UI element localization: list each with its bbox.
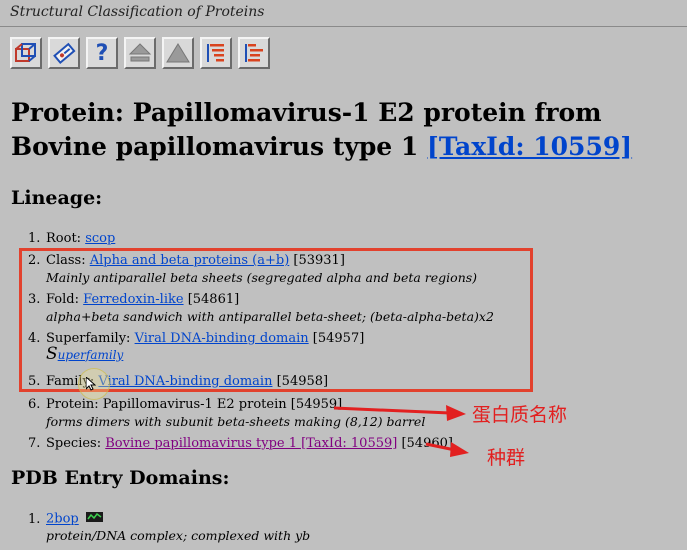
pdb-entry-link[interactable]: 2bop — [46, 512, 79, 527]
item-label: Protein: Papillomavirus-1 E2 protein — [46, 397, 287, 412]
item-number: 5. — [28, 374, 41, 389]
up-arrow-icon — [128, 42, 152, 64]
root-link[interactable]: scop — [85, 231, 115, 246]
help-icon: ? — [95, 40, 109, 66]
lineage-item-species: 7. Species: Bovine papillomavirus type 1 … — [28, 435, 453, 453]
lineage-item-family: 5. Family: Viral DNA-binding domain [5495… — [28, 373, 328, 391]
window-title: Structural Classification of Proteins — [10, 4, 265, 20]
pdb-heading: PDB Entry Domains: — [11, 467, 230, 489]
page-title: Protein: Papillomavirus-1 E2 protein fro… — [11, 96, 671, 164]
item-label: Root: — [46, 231, 86, 246]
item-label: Fold: — [46, 292, 84, 307]
item-id: [54957] — [308, 331, 365, 346]
top-arrow-icon — [166, 42, 190, 64]
lineage-item-class: 2. Class: Alpha and beta proteins (a+b) [… — [28, 252, 345, 270]
class-description: Mainly antiparallel beta sheets (segrega… — [46, 270, 478, 285]
fold-link[interactable]: Ferredoxin-like — [83, 292, 183, 307]
item-number: 1. — [28, 231, 41, 246]
item-label: Species: — [46, 436, 106, 451]
lineage-button[interactable] — [200, 37, 232, 69]
family-link[interactable]: Viral DNA-binding domain — [98, 374, 272, 389]
hierarchy-tree-icon — [242, 41, 266, 65]
scop-home-button[interactable] — [10, 37, 42, 69]
item-label: Superfamily: — [46, 331, 135, 346]
help-button[interactable]: ? — [86, 37, 118, 69]
item-number: 1. — [28, 511, 41, 527]
pdb-entry-item: 1. 2bop — [28, 510, 103, 529]
item-number: 4. — [28, 331, 41, 346]
item-label: Class: — [46, 253, 90, 268]
structure-thumbnail-icon[interactable] — [85, 510, 103, 528]
lineage-item-fold: 3. Fold: Ferredoxin-like [54861] — [28, 291, 239, 309]
species-link[interactable]: Bovine papillomavirus type 1 [TaxId: 105… — [105, 436, 397, 451]
lineage-heading: Lineage: — [11, 187, 103, 209]
top-level-button[interactable] — [162, 37, 194, 69]
taxid-link[interactable]: [TaxId: 10559] — [427, 132, 632, 161]
scop-cube-icon — [14, 42, 38, 64]
search-tag-icon — [52, 41, 76, 65]
species-annotation: 种群 — [487, 447, 526, 469]
superfamily-db-link[interactable]: uperfamily — [58, 348, 124, 362]
lineage-item-root: 1. Root: scop — [28, 230, 115, 248]
item-number: 7. — [28, 436, 41, 451]
item-number: 3. — [28, 292, 41, 307]
superfamily-link[interactable]: Viral DNA-binding domain — [135, 331, 309, 346]
mouse-cursor-icon — [85, 375, 97, 395]
class-link[interactable]: Alpha and beta proteins (a+b) — [90, 253, 290, 268]
superfamily-logo-letter: S — [46, 344, 58, 364]
fold-description: alpha+beta sandwich with antiparallel be… — [46, 309, 494, 324]
search-button[interactable] — [48, 37, 80, 69]
protein-name-annotation: 蛋白质名称 — [472, 404, 568, 426]
superfamily-logo: Superfamily — [46, 346, 123, 363]
item-number: 2. — [28, 253, 41, 268]
window-titlebar: Structural Classification of Proteins — [0, 0, 687, 27]
lineage-tree-icon — [204, 41, 228, 65]
item-id: [53931] — [289, 253, 345, 268]
item-number: 6. — [28, 397, 41, 412]
up-one-level-button[interactable] — [124, 37, 156, 69]
lineage-item-protein: 6. Protein: Papillomavirus-1 E2 protein [… — [28, 396, 342, 414]
item-id: [54958] — [272, 374, 329, 389]
item-id: [54861] — [183, 292, 240, 307]
pdb-entry-description: protein/DNA complex; complexed with yb — [46, 528, 311, 543]
protein-annotation-arrow — [333, 405, 466, 421]
species-annotation-arrow — [425, 442, 469, 457]
hierarchy-button[interactable] — [238, 37, 270, 69]
